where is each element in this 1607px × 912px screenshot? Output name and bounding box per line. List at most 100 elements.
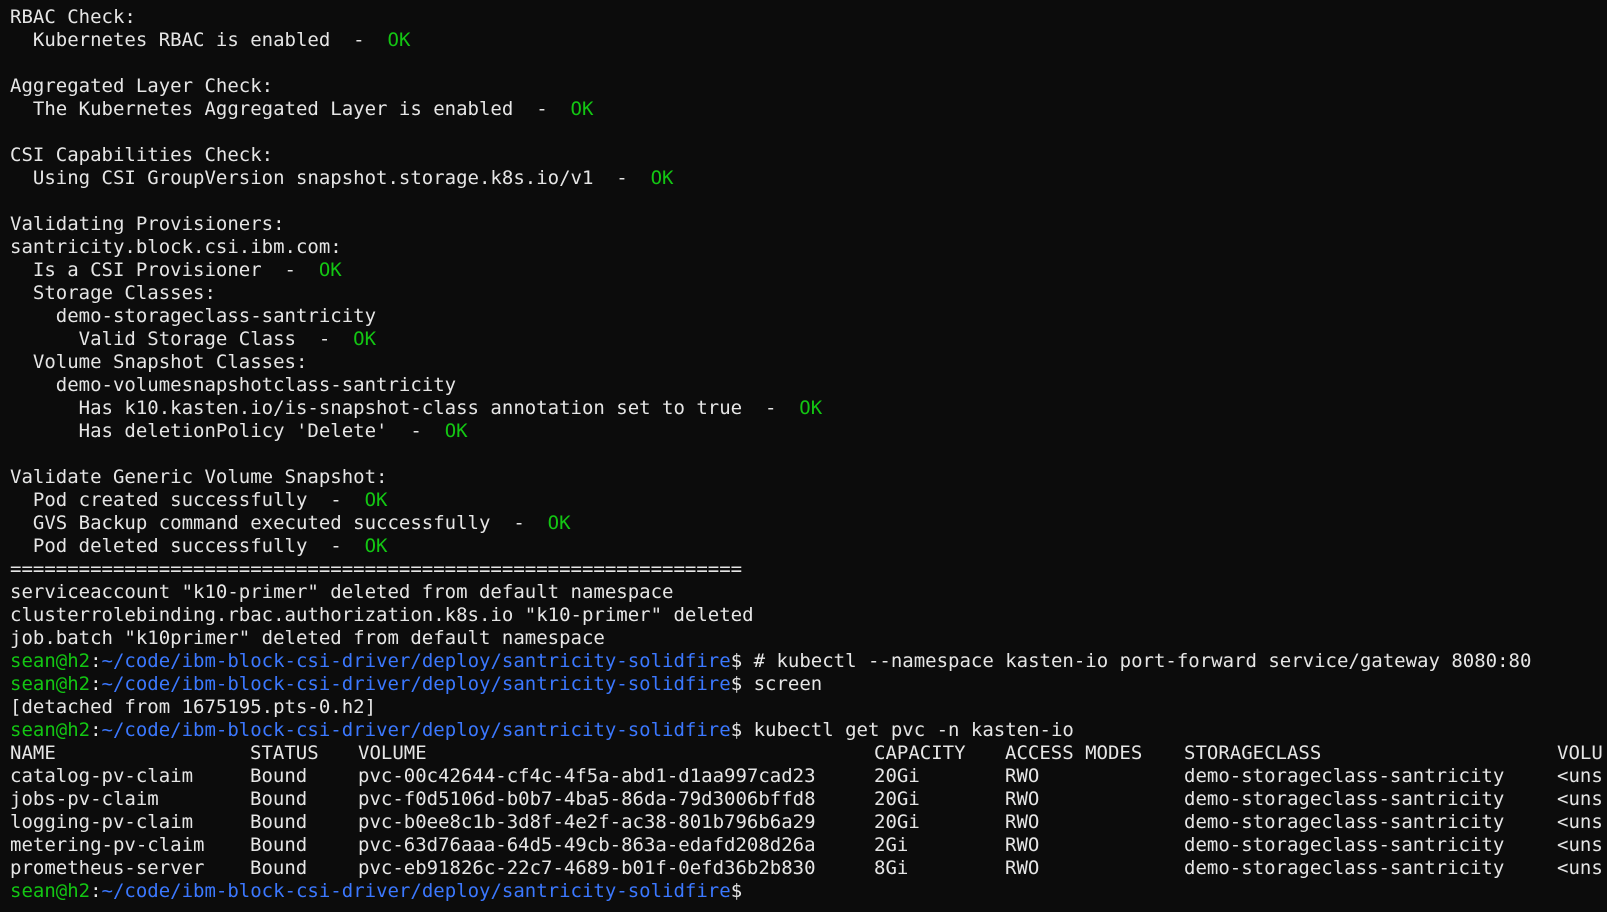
table-cell-name: logging-pv-claim: [10, 811, 194, 833]
prompt-colon: :: [90, 719, 102, 741]
prompt-colon: :: [90, 650, 102, 672]
deletion-policy-item: Has deletionPolicy 'Delete' - OK: [10, 420, 1607, 443]
table-cell-volume: pvc-f0d5106d-b0b7-4ba5-86da-79d3006bffd8: [358, 788, 816, 810]
table-cell-storageclass: demo-storageclass-santricity: [1184, 765, 1505, 787]
command-line-port-forward[interactable]: sean@h2:~/code/ibm-block-csi-driver/depl…: [10, 650, 1607, 673]
table-header-access-modes: ACCESS MODES: [1005, 742, 1143, 764]
check-text: Is a CSI Provisioner -: [10, 259, 319, 281]
separator-line: ========================================…: [10, 558, 743, 580]
terminal-window[interactable]: RBAC Check: Kubernetes RBAC is enabled -…: [0, 0, 1607, 912]
prompt-colon: :: [90, 673, 102, 695]
table-cell-access-modes: RWO: [1005, 857, 1040, 879]
ok-status: OK: [364, 535, 388, 557]
table-cell-volume: pvc-eb91826c-22c7-4689-b01f-0efd36b2b830: [358, 857, 816, 879]
prompt-user-host: sean@h2: [10, 719, 91, 741]
command-line-get-pvc[interactable]: sean@h2:~/code/ibm-block-csi-driver/depl…: [10, 719, 1607, 742]
csi-capabilities-item: Using CSI GroupVersion snapshot.storage.…: [10, 167, 1607, 190]
table-cell-capacity: 20Gi: [874, 765, 920, 787]
gvs-header: Validate Generic Volume Snapshot:: [10, 466, 388, 488]
table-cell-storageclass: demo-storageclass-santricity: [1184, 811, 1505, 833]
check-text: Using CSI GroupVersion snapshot.storage.…: [10, 167, 651, 189]
ok-status: OK: [318, 259, 342, 281]
provisioners-header: Validating Provisioners:: [10, 213, 285, 235]
prompt-path: ~/code/ibm-block-csi-driver/deploy/santr…: [101, 719, 731, 741]
table-cell-volume: pvc-b0ee8c1b-3d8f-4e2f-ac38-801b796b6a29: [358, 811, 816, 833]
table-cell-storageclass: demo-storageclass-santricity: [1184, 857, 1505, 879]
cleanup-clusterrolebinding: clusterrolebinding.rbac.authorization.k8…: [10, 604, 754, 626]
check-text: Valid Storage Class -: [10, 328, 354, 350]
table-cell-status: Bound: [250, 834, 308, 856]
table-cell-name: jobs-pv-claim: [10, 788, 159, 810]
command-line-screen[interactable]: sean@h2:~/code/ibm-block-csi-driver/depl…: [10, 673, 1607, 696]
table-cell-storageclass: demo-storageclass-santricity: [1184, 788, 1505, 810]
prompt-user-host: sean@h2: [10, 673, 91, 695]
csi-provisioner-item: Is a CSI Provisioner - OK: [10, 259, 1607, 282]
table-cell-capacity: 20Gi: [874, 788, 920, 810]
rbac-check-item: Kubernetes RBAC is enabled - OK: [10, 29, 1607, 52]
check-text: GVS Backup command executed successfully…: [10, 512, 548, 534]
table-cell-access-modes: RWO: [1005, 834, 1040, 856]
ok-status: OK: [650, 167, 674, 189]
check-text: Pod deleted successfully -: [10, 535, 365, 557]
table-cell-access-modes: RWO: [1005, 811, 1040, 833]
check-text: Has deletionPolicy 'Delete' -: [10, 420, 445, 442]
table-cell-volumemode: <uns: [1557, 834, 1603, 856]
table-cell-access-modes: RWO: [1005, 765, 1040, 787]
prompt-symbol: $: [730, 650, 754, 672]
table-cell-volume: pvc-63d76aaa-64d5-49cb-863a-edafd208d26a: [358, 834, 816, 856]
table-cell-status: Bound: [250, 765, 308, 787]
command-line-current[interactable]: sean@h2:~/code/ibm-block-csi-driver/depl…: [10, 880, 1607, 903]
ok-status: OK: [364, 489, 388, 511]
cleanup-job: job.batch "k10primer" deleted from defau…: [10, 627, 605, 649]
volume-snapshot-classes-header: Volume Snapshot Classes:: [10, 351, 308, 373]
ok-status: OK: [444, 420, 468, 442]
cleanup-serviceaccount: serviceaccount "k10-primer" deleted from…: [10, 581, 674, 603]
command-text: # kubectl --namespace kasten-io port-for…: [753, 650, 1532, 672]
table-cell-status: Bound: [250, 788, 308, 810]
aggregated-layer-header: Aggregated Layer Check:: [10, 75, 274, 97]
snapshot-annotation-item: Has k10.kasten.io/is-snapshot-class anno…: [10, 397, 1607, 420]
ok-status: OK: [799, 397, 823, 419]
csi-capabilities-header: CSI Capabilities Check:: [10, 144, 274, 166]
table-cell-volume: pvc-00c42644-cf4c-4f5a-abd1-d1aa997cad23: [358, 765, 816, 787]
ok-status: OK: [387, 29, 411, 51]
valid-storage-class-item: Valid Storage Class - OK: [10, 328, 1607, 351]
command-text: kubectl get pvc -n kasten-io: [753, 719, 1074, 741]
storage-class-name: demo-storageclass-santricity: [10, 305, 377, 327]
volume-snapshot-class-name: demo-volumesnapshotclass-santricity: [10, 374, 457, 396]
table-header-volume: VOLUME: [358, 742, 427, 764]
table-cell-name: catalog-pv-claim: [10, 765, 194, 787]
check-text: Kubernetes RBAC is enabled -: [10, 29, 388, 51]
prompt-colon: :: [90, 880, 102, 902]
gvs-pod-created-item: Pod created successfully - OK: [10, 489, 1607, 512]
table-header-status: STATUS: [250, 742, 319, 764]
prompt-symbol: $: [730, 880, 754, 902]
table-cell-name: prometheus-server: [10, 857, 205, 879]
provisioner-name: santricity.block.csi.ibm.com:: [10, 236, 342, 258]
prompt-user-host: sean@h2: [10, 880, 91, 902]
storage-classes-header: Storage Classes:: [10, 282, 216, 304]
check-text: Pod created successfully -: [10, 489, 365, 511]
table-cell-status: Bound: [250, 811, 308, 833]
ok-status: OK: [570, 98, 594, 120]
table-cell-status: Bound: [250, 857, 308, 879]
table-cell-access-modes: RWO: [1005, 788, 1040, 810]
prompt-user-host: sean@h2: [10, 650, 91, 672]
check-text: The Kubernetes Aggregated Layer is enabl…: [10, 98, 571, 120]
ok-status: OK: [547, 512, 571, 534]
aggregated-layer-item: The Kubernetes Aggregated Layer is enabl…: [10, 98, 1607, 121]
table-cell-volumemode: <uns: [1557, 857, 1603, 879]
ok-status: OK: [353, 328, 377, 350]
table-cell-name: metering-pv-claim: [10, 834, 205, 856]
table-cell-volumemode: <uns: [1557, 788, 1603, 810]
table-cell-volumemode: <uns: [1557, 765, 1603, 787]
table-header-storageclass: STORAGECLASS: [1184, 742, 1322, 764]
pvc-table: NAME STATUS VOLUME CAPACITY ACCESS MODES…: [10, 742, 1607, 880]
table-header-volumemode: VOLU: [1557, 742, 1603, 764]
table-cell-capacity: 20Gi: [874, 811, 920, 833]
table-header-name: NAME: [10, 742, 56, 764]
